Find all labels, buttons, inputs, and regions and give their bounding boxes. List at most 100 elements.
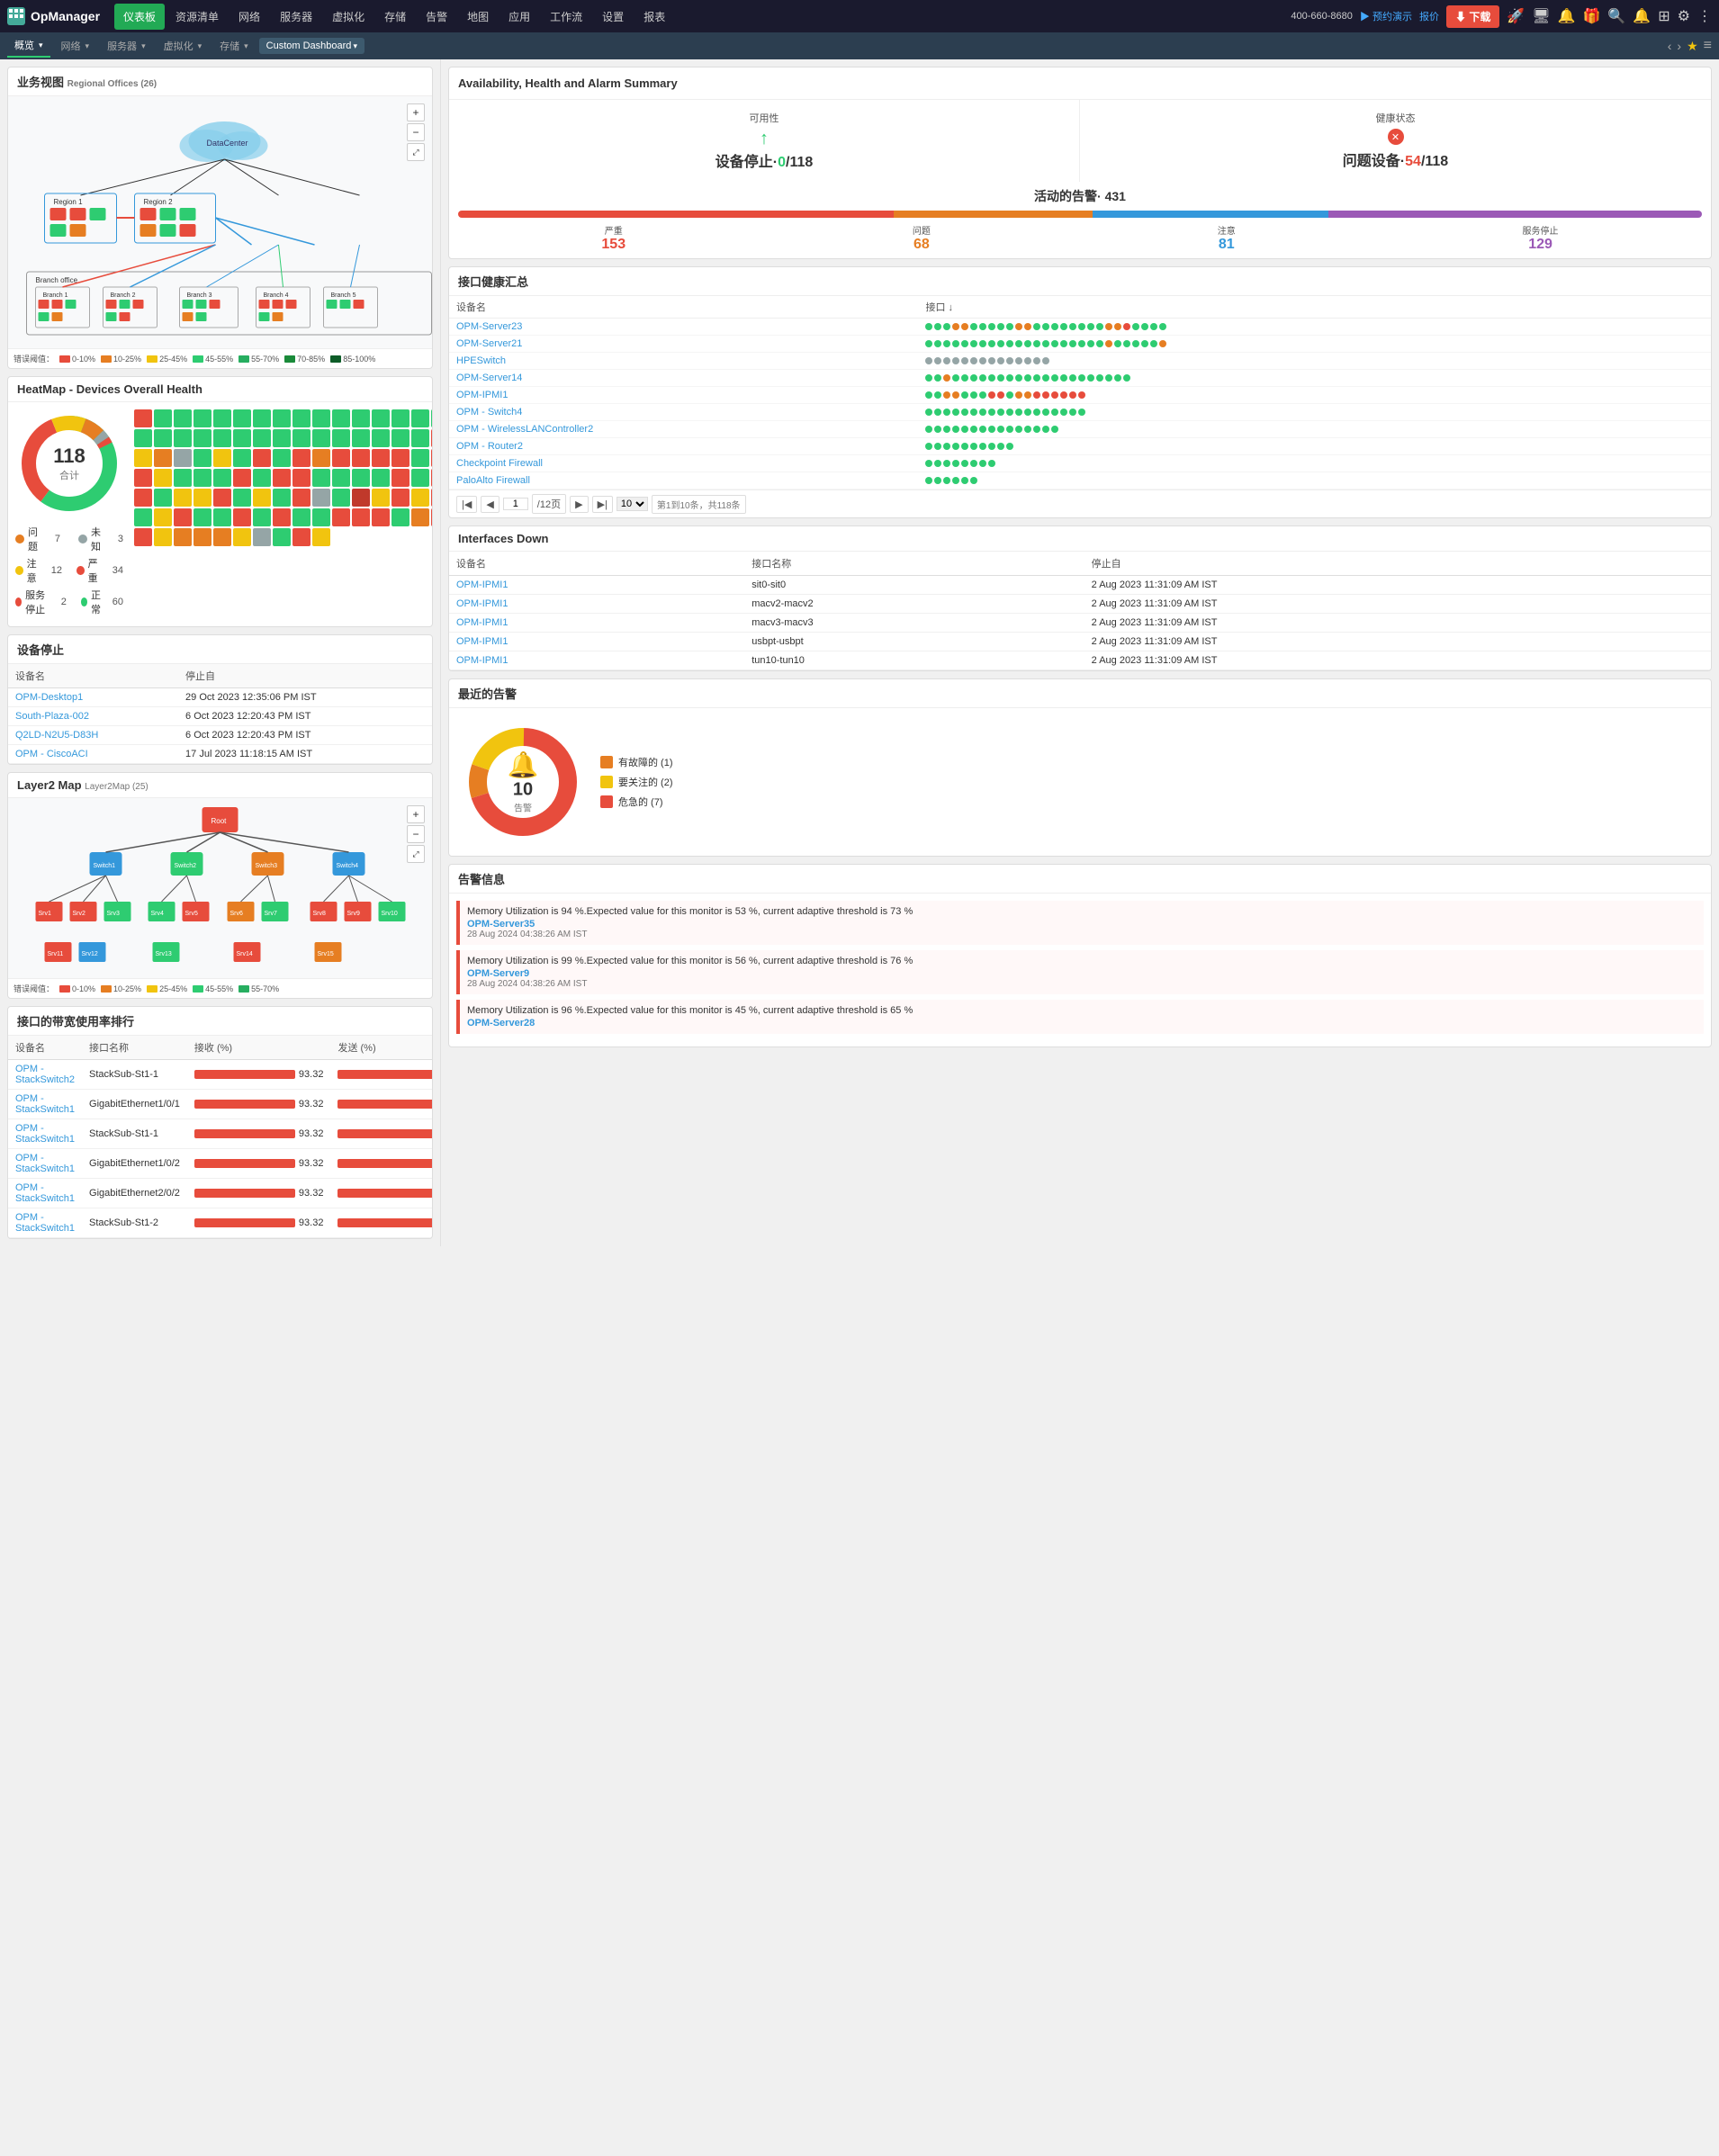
zoom-out-button[interactable]: − bbox=[407, 123, 425, 141]
device-name[interactable]: OPM-IPMI1 bbox=[449, 576, 744, 595]
heatmap-cell bbox=[154, 409, 172, 427]
status-dot bbox=[1024, 357, 1031, 364]
alert-device[interactable]: OPM-Server35 bbox=[467, 919, 1696, 930]
nav-settings[interactable]: 设置 bbox=[593, 4, 633, 30]
search-icon[interactable]: 🔍 bbox=[1607, 7, 1625, 25]
nav-network[interactable]: 网络 bbox=[230, 4, 269, 30]
page-size-select[interactable]: 10 20 bbox=[616, 497, 648, 511]
table-row[interactable]: OPM - CiscoACI17 Jul 2023 11:18:15 AM IS… bbox=[8, 745, 432, 764]
interface-health-card: 接口健康汇总 设备名 接口 ↓ OPM-Server23OPM-Server21… bbox=[448, 266, 1712, 518]
nav-workflow[interactable]: 工作流 bbox=[541, 4, 591, 30]
app-logo[interactable]: OpManager bbox=[7, 7, 100, 25]
device-name[interactable]: OPM-Server21 bbox=[449, 336, 918, 353]
fullscreen-button[interactable]: ⤢ bbox=[407, 143, 425, 161]
device-name[interactable]: OPM - StackSwitch2 bbox=[8, 1060, 82, 1090]
device-name[interactable]: OPM - StackSwitch1 bbox=[8, 1208, 82, 1238]
pagination-bar: |◀ ◀ /12页 ▶ ▶| 10 20 第1到10条，共118条 bbox=[449, 490, 1711, 517]
device-name[interactable]: OPM-IPMI1 bbox=[449, 651, 744, 670]
status-dot bbox=[925, 340, 932, 347]
device-name[interactable]: OPM-IPMI1 bbox=[449, 595, 744, 614]
dot-cells bbox=[918, 319, 1711, 336]
page-last[interactable]: ▶| bbox=[592, 496, 613, 513]
table-row[interactable]: OPM-Desktop129 Oct 2023 12:35:06 PM IST bbox=[8, 688, 432, 707]
nav-virtual[interactable]: 虚拟化 bbox=[323, 4, 374, 30]
status-dot bbox=[1006, 357, 1013, 364]
heatmap-cell bbox=[194, 449, 212, 467]
device-name[interactable]: PaloAlto Firewall bbox=[449, 472, 918, 490]
since-value: 2 Aug 2023 11:31:09 AM IST bbox=[1084, 576, 1711, 595]
page-next[interactable]: ▶ bbox=[570, 496, 588, 513]
svg-text:Srv14: Srv14 bbox=[237, 951, 253, 957]
device-name[interactable]: OPM-IPMI1 bbox=[449, 633, 744, 651]
status-dot bbox=[1015, 374, 1022, 382]
zoom-in-button[interactable]: + bbox=[407, 103, 425, 121]
status-dot bbox=[988, 460, 995, 467]
menu-icon[interactable]: ≡ bbox=[1704, 38, 1712, 54]
status-dot bbox=[970, 460, 977, 467]
download-button[interactable]: ⬇ 下载 bbox=[1446, 5, 1499, 28]
more-icon[interactable]: ⋮ bbox=[1697, 7, 1712, 25]
device-name[interactable]: OPM-IPMI1 bbox=[449, 614, 744, 633]
page-prev[interactable]: ◀ bbox=[481, 496, 499, 513]
favorite-star-icon[interactable]: ★ bbox=[1687, 39, 1698, 54]
nav-dashboard[interactable]: 仪表板 bbox=[114, 4, 165, 30]
svg-text:Branch 3: Branch 3 bbox=[187, 292, 212, 299]
nav-inventory[interactable]: 资源清单 bbox=[166, 4, 228, 30]
nav-report[interactable]: 报表 bbox=[634, 4, 674, 30]
sec-overview[interactable]: 概览▾ bbox=[7, 34, 50, 58]
nav-server[interactable]: 服务器 bbox=[271, 4, 321, 30]
page-input[interactable] bbox=[503, 498, 528, 510]
heatmap-content: 118 合计 问题7未知3 注意12严重34 服务停止2正常60 bbox=[8, 402, 432, 626]
device-name[interactable]: OPM - Switch4 bbox=[449, 404, 918, 421]
device-name[interactable]: HPESwitch bbox=[449, 353, 918, 370]
nav-alarm[interactable]: 告警 bbox=[417, 4, 456, 30]
heatmap-cell bbox=[312, 449, 330, 467]
device-name[interactable]: OPM - StackSwitch1 bbox=[8, 1119, 82, 1149]
status-dot bbox=[1114, 323, 1121, 330]
alert-device[interactable]: OPM-Server9 bbox=[467, 968, 1696, 979]
sec-network[interactable]: 网络▾ bbox=[54, 35, 97, 57]
table-row[interactable]: Q2LD-N2U5-D83H6 Oct 2023 12:20:43 PM IST bbox=[8, 726, 432, 745]
alarm-icon[interactable]: 🔔 bbox=[1633, 7, 1651, 25]
layer2-fullscreen[interactable]: ⤢ bbox=[407, 845, 425, 863]
right-arrow-icon[interactable]: › bbox=[1677, 39, 1681, 53]
iface-name: macv2-macv2 bbox=[744, 595, 1084, 614]
critical-value: 153 bbox=[601, 237, 626, 253]
status-dot bbox=[988, 426, 995, 433]
heatmap-cell bbox=[194, 469, 212, 487]
device-name[interactable]: OPM - StackSwitch1 bbox=[8, 1179, 82, 1208]
table-row[interactable]: South-Plaza-0026 Oct 2023 12:20:43 PM IS… bbox=[8, 707, 432, 726]
grid-icon[interactable]: ⊞ bbox=[1658, 7, 1670, 25]
sec-server[interactable]: 服务器▾ bbox=[100, 35, 153, 57]
device-name[interactable]: OPM - StackSwitch1 bbox=[8, 1149, 82, 1179]
chevron-down-icon: ▾ bbox=[353, 41, 357, 50]
sec-virtual[interactable]: 虚拟化▾ bbox=[157, 35, 210, 57]
heatmap-cell bbox=[134, 508, 152, 526]
bandwidth-table: 设备名 接口名称 接收 (%) 发送 (%) OPM - StackSwitch… bbox=[8, 1036, 433, 1238]
device-name[interactable]: OPM-Server14 bbox=[449, 370, 918, 387]
left-arrow-icon[interactable]: ‹ bbox=[1668, 39, 1672, 53]
price-link[interactable]: 报价 bbox=[1419, 9, 1439, 23]
page-first[interactable]: |◀ bbox=[456, 496, 477, 513]
custom-dashboard-tab[interactable]: Custom Dashboard▾ bbox=[259, 38, 364, 54]
nav-map[interactable]: 地图 bbox=[458, 4, 498, 30]
status-dot bbox=[952, 340, 959, 347]
status-dot bbox=[979, 409, 986, 416]
nav-app[interactable]: 应用 bbox=[500, 4, 539, 30]
status-dot bbox=[934, 374, 941, 382]
device-name[interactable]: OPM - StackSwitch1 bbox=[8, 1090, 82, 1119]
layer2-zoom-out[interactable]: − bbox=[407, 825, 425, 843]
settings-icon[interactable]: ⚙ bbox=[1678, 7, 1690, 25]
alert-device[interactable]: OPM-Server28 bbox=[467, 1018, 1696, 1029]
device-name[interactable]: OPM-IPMI1 bbox=[449, 387, 918, 404]
device-name[interactable]: OPM - Router2 bbox=[449, 438, 918, 455]
heatmap-cell bbox=[174, 409, 192, 427]
heatmap-cell bbox=[194, 489, 212, 507]
sec-storage[interactable]: 存储▾ bbox=[212, 35, 256, 57]
nav-storage[interactable]: 存储 bbox=[375, 4, 415, 30]
device-name[interactable]: OPM - WirelessLANController2 bbox=[449, 421, 918, 438]
layer2-zoom-in[interactable]: + bbox=[407, 805, 425, 823]
device-name[interactable]: OPM-Server23 bbox=[449, 319, 918, 336]
device-name[interactable]: Checkpoint Firewall bbox=[449, 455, 918, 472]
demo-link[interactable]: ▶ 预约演示 bbox=[1360, 9, 1412, 23]
